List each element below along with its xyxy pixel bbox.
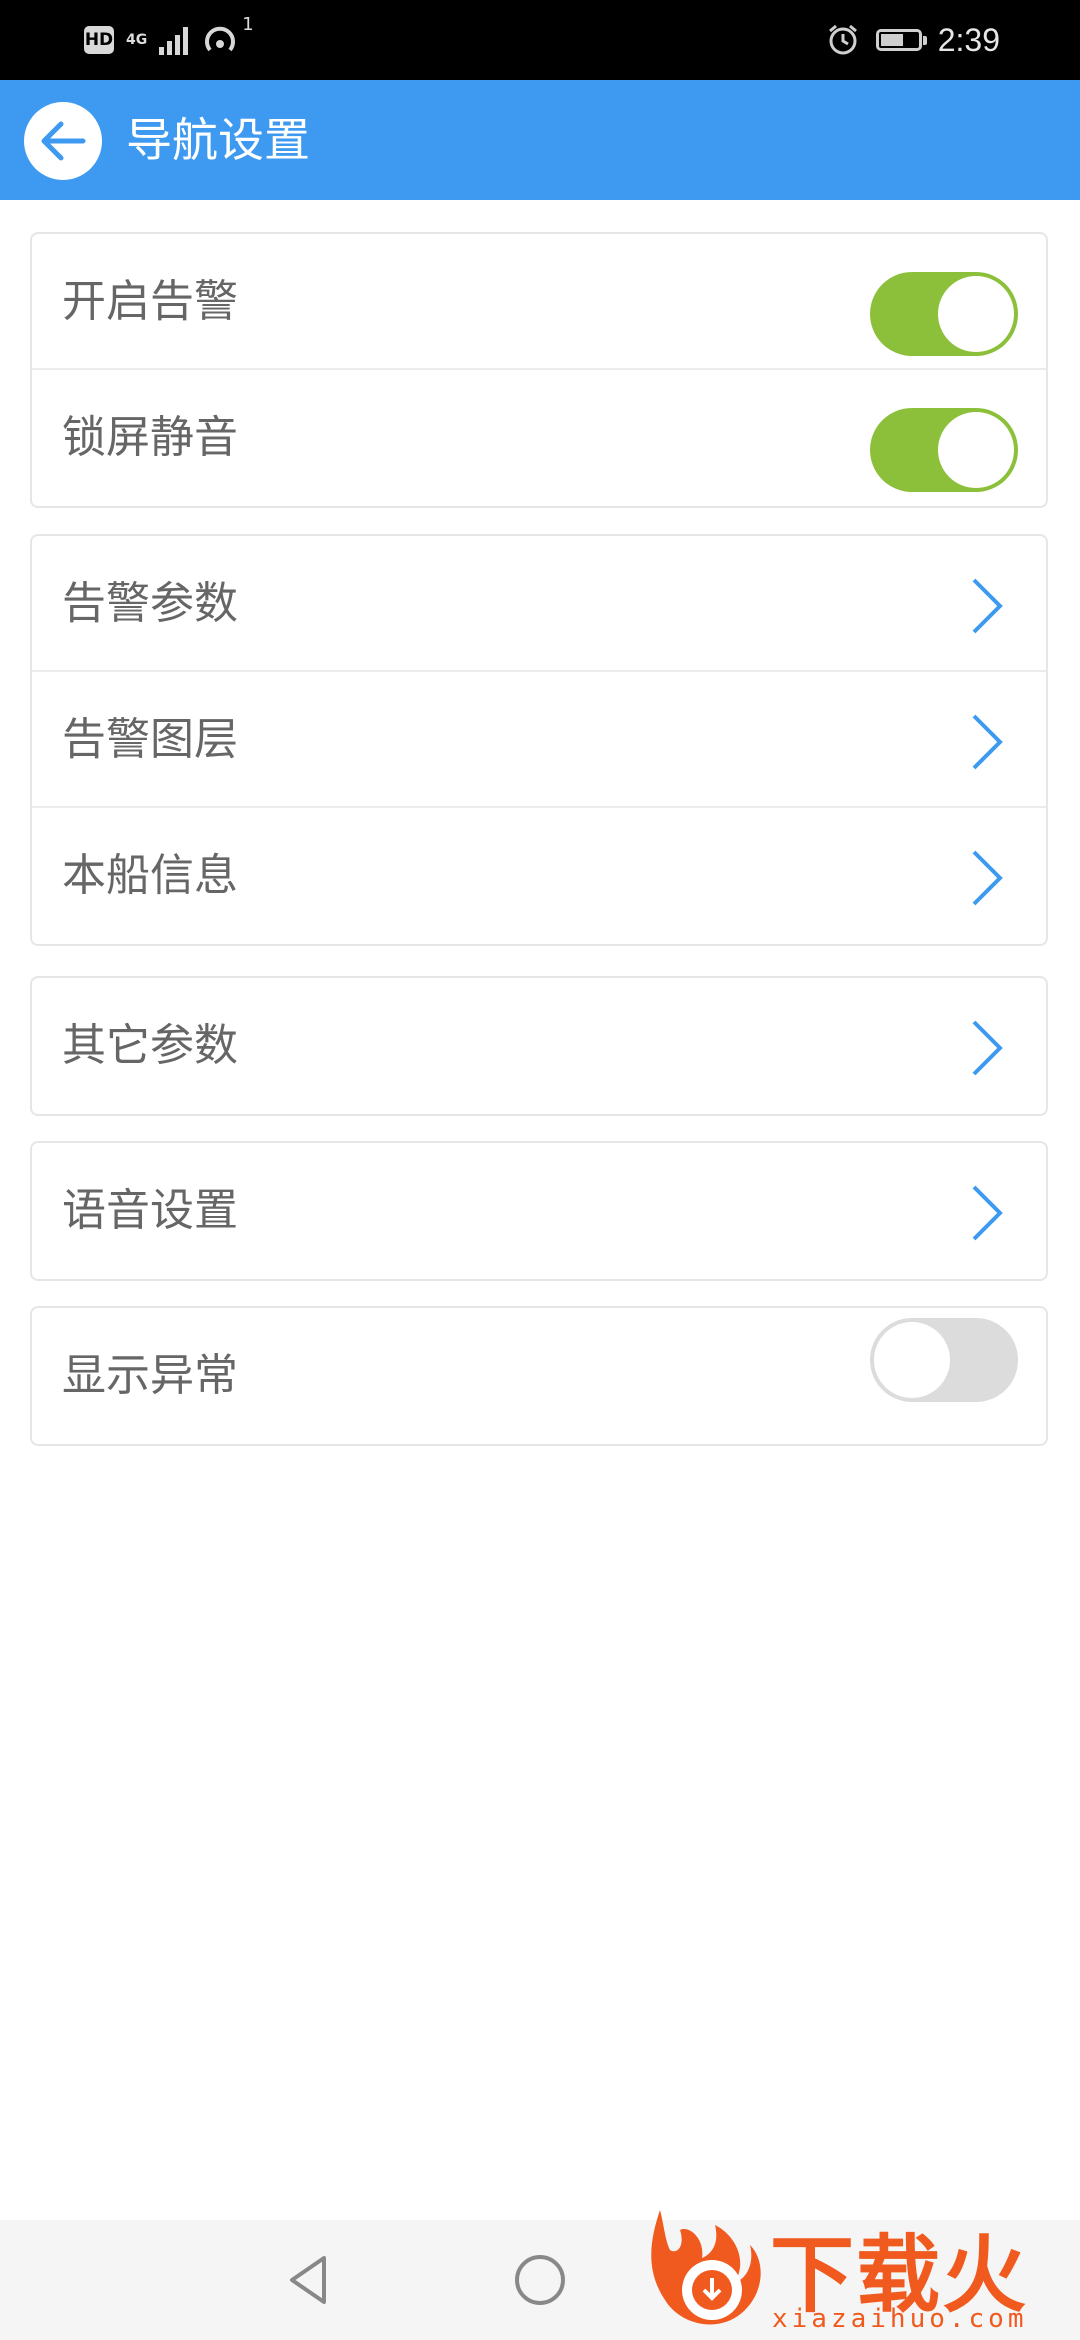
nav-home-button[interactable] [510, 2250, 570, 2310]
status-right: 2:39 [826, 18, 1000, 62]
chevron-right-icon [972, 850, 1003, 906]
row-label: 告警图层 [62, 714, 238, 765]
show-exceptions-toggle[interactable] [870, 1318, 1018, 1402]
page-title: 导航设置 [126, 113, 310, 167]
hotspot-count: 1 [242, 14, 254, 35]
settings-group-params: 告警参数 告警图层 本船信息 [30, 534, 1048, 946]
clock: 2:39 [937, 21, 1000, 58]
enable-alert-toggle[interactable] [870, 272, 1018, 356]
row-label: 其它参数 [62, 1020, 238, 1071]
settings-group-display: 显示异常 [30, 1306, 1048, 1446]
hd-badge: HD [84, 26, 114, 54]
row-alert-layers[interactable]: 告警图层 [32, 672, 1046, 808]
toggle-knob [938, 276, 1014, 352]
settings-group-voice: 语音设置 [30, 1141, 1048, 1281]
signal-icon [159, 25, 189, 55]
chevron-right-icon [972, 714, 1003, 770]
hotspot-icon: 1 [200, 14, 254, 60]
chevron-right-icon [972, 578, 1003, 634]
triangle-back-icon [290, 2256, 326, 2304]
circle-home-icon [515, 2255, 565, 2305]
alarm-icon [828, 24, 857, 55]
row-other-params[interactable]: 其它参数 [32, 978, 1046, 1114]
row-label: 开启告警 [62, 276, 238, 327]
settings-group-alerts: 开启告警 锁屏静音 [30, 232, 1048, 508]
row-alert-params[interactable]: 告警参数 [32, 536, 1046, 672]
status-left: HD 4G 1 [84, 14, 254, 62]
row-label: 锁屏静音 [62, 412, 238, 463]
nav-back-button[interactable] [278, 2250, 338, 2310]
watermark: 下载火 xiazaihuo.com [640, 2200, 1080, 2340]
battery-icon [875, 29, 927, 51]
lockscreen-mute-toggle[interactable] [870, 408, 1018, 492]
toggle-knob [938, 412, 1014, 488]
chevron-right-icon [972, 1185, 1003, 1241]
battery-fill [880, 34, 903, 46]
row-label: 告警参数 [62, 578, 238, 629]
watermark-domain: xiazaihuo.com [772, 2304, 1028, 2334]
row-label: 显示异常 [62, 1350, 238, 1401]
chevron-right-icon [972, 1020, 1003, 1076]
row-lockscreen-mute[interactable]: 锁屏静音 [32, 370, 1046, 506]
row-label: 本船信息 [62, 850, 238, 901]
row-own-ship-info[interactable]: 本船信息 [32, 808, 1046, 944]
row-show-exceptions[interactable]: 显示异常 [32, 1308, 1046, 1444]
row-label: 语音设置 [62, 1185, 238, 1236]
toggle-knob [874, 1322, 950, 1398]
row-voice-settings[interactable]: 语音设置 [32, 1143, 1046, 1279]
back-button[interactable] [24, 102, 102, 180]
arrow-left-icon [41, 121, 86, 161]
status-bar: HD 4G 1 2:39 [0, 0, 1080, 80]
row-enable-alert[interactable]: 开启告警 [32, 234, 1046, 370]
app-bar: 导航设置 [0, 80, 1080, 200]
flame-logo-icon [651, 2210, 761, 2325]
network-type: 4G [126, 32, 148, 48]
settings-group-other: 其它参数 [30, 976, 1048, 1116]
